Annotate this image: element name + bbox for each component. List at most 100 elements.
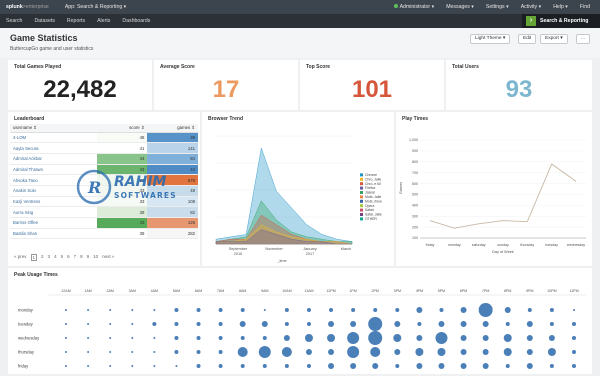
bubble-point[interactable] xyxy=(547,348,556,356)
pager-item[interactable]: 3 xyxy=(48,254,51,261)
bubble-point[interactable] xyxy=(527,308,532,312)
bubble-point[interactable] xyxy=(65,309,67,311)
bubble-point[interactable] xyxy=(175,365,178,367)
bubble-point[interactable] xyxy=(109,323,112,325)
table-row[interactable]: 4-LOM 48 39 xyxy=(10,132,198,144)
bubble-point[interactable] xyxy=(572,336,576,340)
legend-item[interactable]: Chro..Jalle xyxy=(365,177,381,181)
bubble-point[interactable] xyxy=(482,349,489,355)
legend-item[interactable]: Mobi..Jalle xyxy=(365,195,381,199)
bubble-point[interactable] xyxy=(87,351,90,353)
bubble-point[interactable] xyxy=(439,308,444,312)
bubble-point[interactable] xyxy=(373,308,378,312)
legend-item[interactable]: Mobi..rfone xyxy=(365,199,382,203)
find-input[interactable]: Find xyxy=(580,4,590,10)
help-menu[interactable]: Help ▾ xyxy=(553,4,568,10)
bubble-point[interactable] xyxy=(109,337,112,339)
bubble-point[interactable] xyxy=(460,335,467,341)
bubble-point[interactable] xyxy=(505,364,510,368)
bubble-point[interactable] xyxy=(218,308,223,312)
splunk-logo[interactable]: splunk>enterprise xyxy=(6,4,49,10)
bubble-point[interactable] xyxy=(350,363,357,369)
legend-item[interactable]: Safari xyxy=(365,208,374,212)
bubble-point[interactable] xyxy=(394,349,401,355)
bubble-point[interactable] xyxy=(109,365,112,367)
legend-item[interactable]: Jaseal xyxy=(365,191,375,195)
bubble-point[interactable] xyxy=(283,335,290,341)
bubble-point[interactable] xyxy=(351,308,356,312)
bubble-point[interactable] xyxy=(87,309,90,311)
bubble-point[interactable] xyxy=(240,308,245,312)
edit-button[interactable]: Edit xyxy=(518,34,537,44)
bubble-point[interactable] xyxy=(174,322,179,326)
legend-item[interactable]: Opera xyxy=(365,204,375,208)
messages-menu[interactable]: Messages ▾ xyxy=(446,4,474,10)
bubble-point[interactable] xyxy=(262,336,267,340)
bubble-point[interactable] xyxy=(416,307,423,313)
bubble-point[interactable] xyxy=(328,363,335,369)
bubble-point[interactable] xyxy=(478,303,493,317)
theme-button[interactable]: Light Theme ▾ xyxy=(470,34,511,44)
bubble-point[interactable] xyxy=(526,349,533,355)
bubble-point[interactable] xyxy=(196,322,201,326)
export-button[interactable]: Export ▾ xyxy=(540,34,568,44)
bubble-point[interactable] xyxy=(65,337,67,339)
bubble-point[interactable] xyxy=(196,364,201,368)
bubble-point[interactable] xyxy=(460,363,467,369)
cell-username[interactable]: 4-LOM xyxy=(10,132,97,144)
column-header-games[interactable]: games ⇕ xyxy=(147,124,198,133)
bubble-point[interactable] xyxy=(109,351,112,353)
bubble-point[interactable] xyxy=(526,335,533,341)
bubble-point[interactable] xyxy=(304,334,313,342)
settings-menu[interactable]: Settings ▾ xyxy=(486,4,509,10)
pager-item[interactable]: 6 xyxy=(67,254,70,261)
bubble-point[interactable] xyxy=(262,364,267,368)
pager-item[interactable]: 4 xyxy=(54,254,57,261)
bubble-point[interactable] xyxy=(416,363,423,369)
bubble-point[interactable] xyxy=(153,351,156,353)
bubble-point[interactable] xyxy=(503,334,512,342)
pager-item[interactable]: 2 xyxy=(41,254,44,261)
bubble-point[interactable] xyxy=(305,349,312,355)
column-header-score[interactable]: score ⇕ xyxy=(96,124,148,133)
bubble-point[interactable] xyxy=(415,348,424,356)
app-brand[interactable]: › Search & Reporting xyxy=(522,14,600,28)
table-row[interactable]: Barriss Offee 43 128 xyxy=(10,217,198,229)
pager-item[interactable]: « prev xyxy=(14,254,27,261)
bubble-point[interactable] xyxy=(131,365,134,367)
bubble-point[interactable] xyxy=(549,364,554,368)
bubble-point[interactable] xyxy=(131,351,134,353)
bubble-point[interactable] xyxy=(240,364,245,368)
bubble-point[interactable] xyxy=(131,309,134,311)
bubble-point[interactable] xyxy=(482,335,489,341)
bubble-point[interactable] xyxy=(572,350,576,354)
bubble-point[interactable] xyxy=(239,321,246,327)
bubble-point[interactable] xyxy=(438,321,445,327)
bubble-point[interactable] xyxy=(347,346,360,358)
pager-item[interactable]: 10 xyxy=(93,254,98,261)
bubble-point[interactable] xyxy=(503,348,512,356)
bubble-point[interactable] xyxy=(572,322,576,326)
bubble-point[interactable] xyxy=(284,364,289,368)
bubble-point[interactable] xyxy=(218,350,223,354)
bubble-point[interactable] xyxy=(368,331,383,345)
bubble-point[interactable] xyxy=(237,347,248,357)
bubble-point[interactable] xyxy=(306,322,311,326)
user-menu[interactable]: Administrator ▾ xyxy=(393,4,434,10)
bubble-point[interactable] xyxy=(174,308,179,312)
bubble-point[interactable] xyxy=(131,323,134,325)
bubble-point[interactable] xyxy=(306,364,311,368)
bubble-point[interactable] xyxy=(153,309,156,311)
legend-item[interactable]: Chro..e 60 xyxy=(365,182,381,186)
bubble-point[interactable] xyxy=(65,351,67,353)
bubble-point[interactable] xyxy=(394,321,401,327)
column-header-username[interactable]: username ⇕ xyxy=(10,124,97,133)
bubble-point[interactable] xyxy=(372,363,379,369)
bubble-point[interactable] xyxy=(417,322,422,326)
bubble-point[interactable] xyxy=(437,348,446,356)
bubble-point[interactable] xyxy=(152,322,157,326)
bubble-point[interactable] xyxy=(174,336,179,340)
nav-reports[interactable]: Reports xyxy=(67,18,85,24)
bubble-point[interactable] xyxy=(368,317,383,331)
bubble-point[interactable] xyxy=(196,350,201,354)
